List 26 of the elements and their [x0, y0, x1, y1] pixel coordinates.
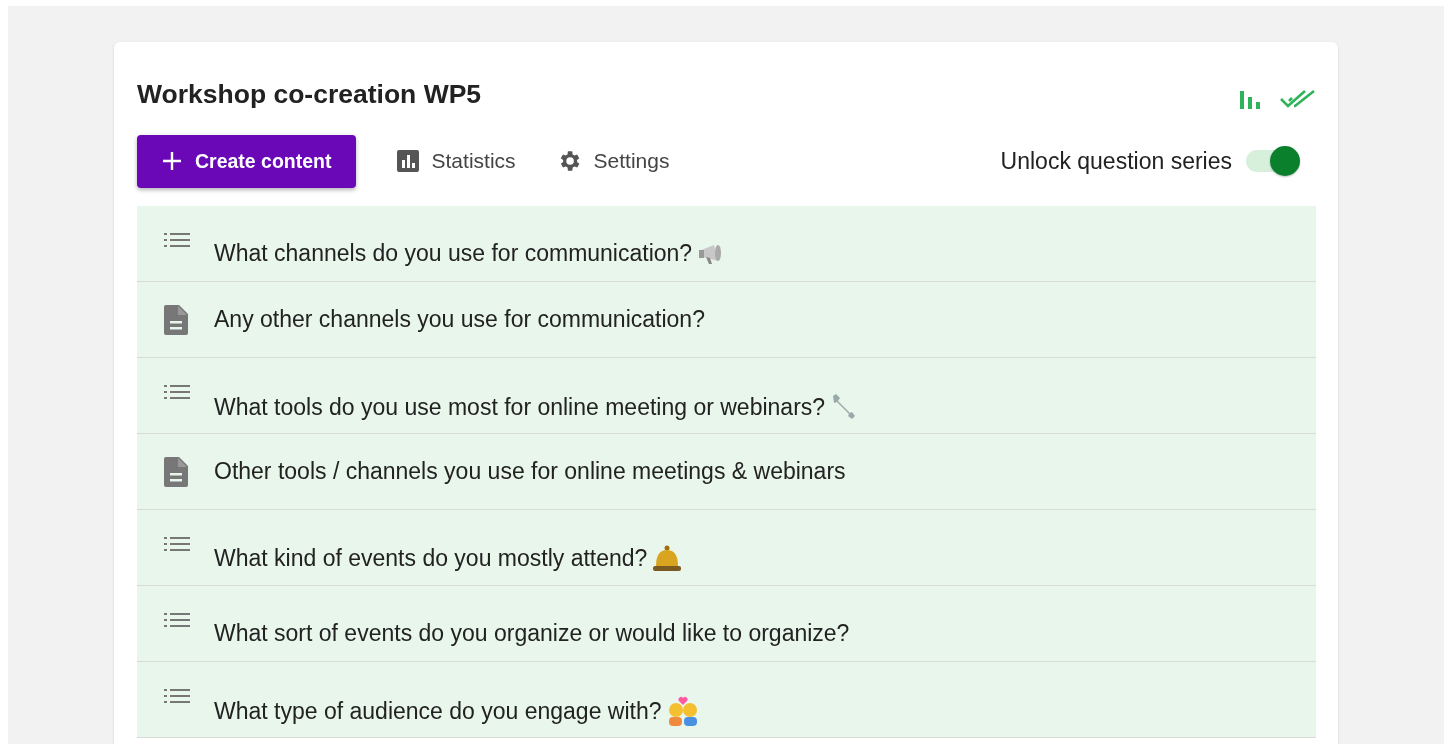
question-text: Other tools / channels you use for online meetings & webinars — [214, 458, 846, 485]
unlock-switch[interactable] — [1246, 146, 1300, 176]
document-icon — [164, 456, 188, 487]
create-content-button[interactable]: Create content — [137, 134, 356, 188]
settings-button[interactable]: Settings — [555, 148, 670, 174]
question-text: What channels do you use for communication? — [214, 240, 693, 267]
question-text: What type of audience do you engage with? — [214, 697, 662, 725]
chart-icon — [395, 149, 420, 173]
list-icon — [164, 536, 190, 552]
switch-thumb[interactable] — [1270, 146, 1300, 176]
double-check-icon[interactable] — [1280, 89, 1316, 109]
page-title: Workshop co-creation WP5 — [137, 78, 482, 110]
list-icon — [164, 612, 190, 628]
plus-icon — [163, 152, 181, 170]
statistics-button[interactable]: Statistics — [395, 149, 516, 173]
document-icon — [164, 304, 188, 335]
bar-chart-icon[interactable] — [1240, 89, 1262, 109]
list-icon — [164, 384, 190, 400]
list-icon — [164, 688, 190, 704]
question-text: What tools do you use most for online meeting or webinars? — [214, 393, 826, 421]
list-icon — [164, 232, 190, 248]
question-text: What kind of events do you mostly attend? — [214, 544, 648, 572]
question-text: What sort of events do you organize or would like to organize? — [214, 620, 850, 647]
unlock-label: Unlock question series — [1000, 147, 1232, 175]
bell-icon — [651, 544, 684, 572]
question-text: Any other channels you use for communication? — [214, 306, 705, 333]
